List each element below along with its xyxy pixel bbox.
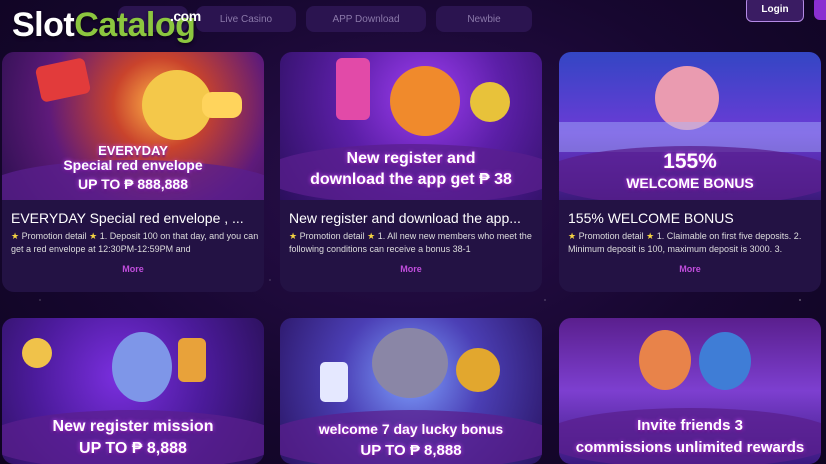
- promo-title: EVERYDAY Special red envelope , ...: [11, 210, 244, 226]
- star-icon: ★: [89, 231, 98, 241]
- promo-banner-image: New register mission UP TO ₱ 8,888: [2, 318, 264, 464]
- star-icon: ★: [11, 231, 20, 241]
- desc-label: Promotion detail: [578, 231, 644, 241]
- promo-banner-image: New register and download the app get ₱ …: [280, 52, 542, 200]
- logo-com-text: .com: [170, 8, 201, 24]
- banner-line2: download the app get ₱ 38: [310, 171, 512, 188]
- star-icon: ★: [289, 231, 298, 241]
- desc-label: Promotion detail: [21, 231, 87, 241]
- banner-line2: Special red envelope: [63, 157, 203, 173]
- banner-amount: UP TO ₱ 888,888: [78, 176, 188, 192]
- promo-description: ★ Promotion detail ★ 1. Deposit 100 on t…: [11, 230, 259, 255]
- star-icon: ★: [367, 231, 376, 241]
- banner-line2: commissions unlimited rewards: [575, 439, 805, 456]
- promo-title: 155% WELCOME BONUS: [568, 210, 734, 226]
- banner-line1: Invite friends 3: [637, 417, 743, 434]
- star-icon: ★: [568, 231, 577, 241]
- more-link[interactable]: More: [2, 264, 264, 274]
- promo-card-red-envelope[interactable]: EVERYDAY Special red envelope UP TO ₱ 88…: [2, 52, 264, 292]
- banner-line1: New register mission: [52, 418, 214, 435]
- logo-slot-text: Slot: [12, 6, 75, 44]
- promo-description: ★ Promotion detail ★ 1. All new new memb…: [289, 230, 537, 255]
- more-link[interactable]: More: [280, 264, 542, 274]
- promo-banner-image: 155% WELCOME BONUS: [559, 52, 821, 200]
- banner-line1: New register and: [346, 150, 476, 167]
- promo-card-invite-friends[interactable]: Invite friends 3 commissions unlimited r…: [559, 318, 821, 464]
- promo-card-app-download[interactable]: New register and download the app get ₱ …: [280, 52, 542, 292]
- banner-amount: UP TO ₱ 8,888: [79, 440, 187, 457]
- promo-card-register-mission[interactable]: New register mission UP TO ₱ 8,888: [2, 318, 264, 464]
- register-button[interactable]: [814, 0, 826, 20]
- nav-tab-app-download[interactable]: APP Download: [306, 6, 426, 32]
- promo-banner-image: Invite friends 3 commissions unlimited r…: [559, 318, 821, 464]
- banner-amount: UP TO ₱ 8,888: [360, 442, 462, 459]
- star-icon: ★: [646, 231, 655, 241]
- nav-tab-newbie[interactable]: Newbie: [436, 6, 532, 32]
- promo-card-lucky-bonus[interactable]: welcome 7 day lucky bonus UP TO ₱ 8,888: [280, 318, 542, 464]
- banner-line2: WELCOME BONUS: [626, 175, 754, 191]
- banner-line1: 155%: [663, 150, 717, 173]
- more-link[interactable]: More: [559, 264, 821, 274]
- slotcatalog-watermark-logo: SlotCatalog .com: [12, 6, 201, 45]
- desc-label: Promotion detail: [299, 231, 365, 241]
- promo-banner-image: EVERYDAY Special red envelope UP TO ₱ 88…: [2, 52, 264, 200]
- promo-banner-image: welcome 7 day lucky bonus UP TO ₱ 8,888: [280, 318, 542, 464]
- promo-card-welcome-bonus[interactable]: 155% WELCOME BONUS 155% WELCOME BONUS ★ …: [559, 52, 821, 292]
- banner-line1: welcome 7 day lucky bonus: [318, 421, 504, 437]
- promo-description: ★ Promotion detail ★ 1. Claimable on fir…: [568, 230, 816, 255]
- promo-title: New register and download the app...: [289, 210, 521, 226]
- login-button[interactable]: Login: [746, 0, 804, 22]
- nav-tab-live-casino[interactable]: Live Casino: [196, 6, 296, 32]
